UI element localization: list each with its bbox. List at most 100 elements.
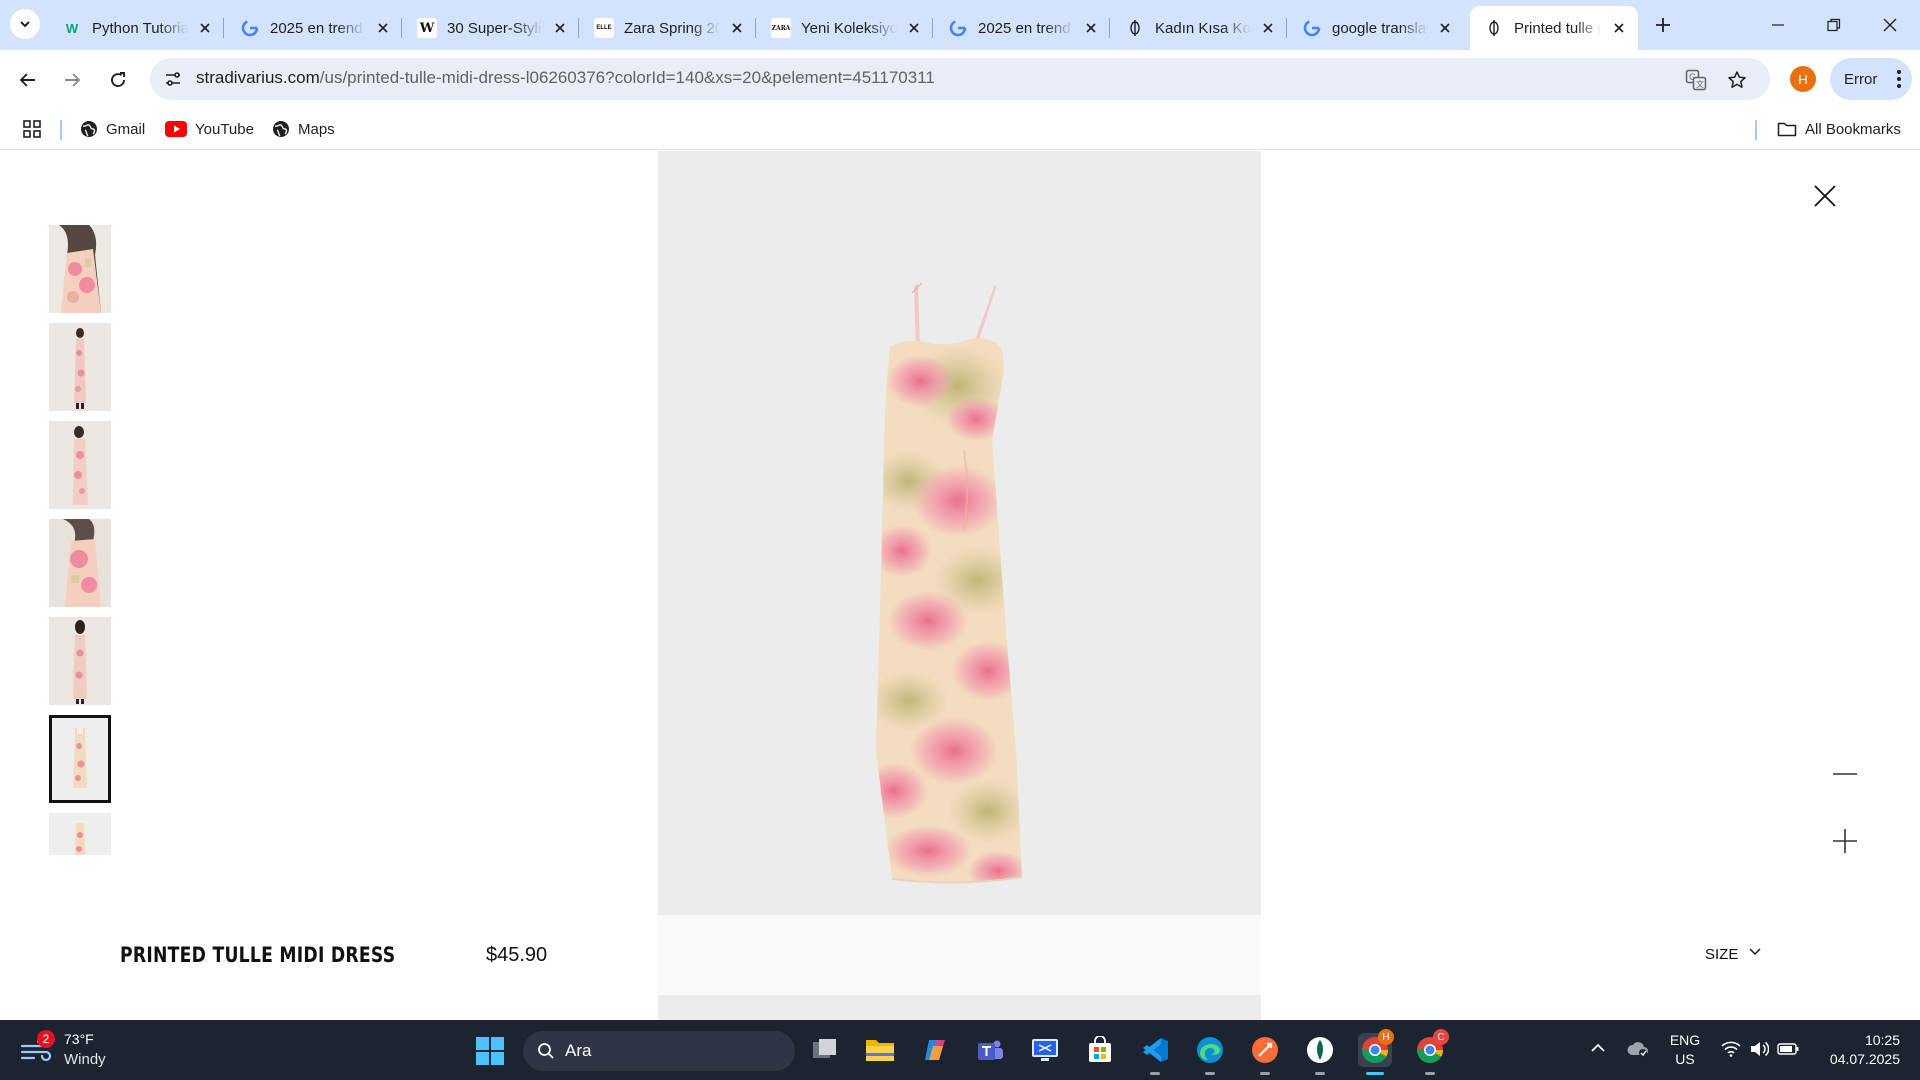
- running-indicator: [1315, 1072, 1325, 1075]
- close-tab-icon[interactable]: [1610, 19, 1628, 37]
- teams-icon[interactable]: [973, 1033, 1007, 1067]
- copilot-icon[interactable]: [918, 1033, 952, 1067]
- tab-separator: [401, 18, 402, 38]
- url-text[interactable]: stradivarius.com/us/printed-tulle-midi-d…: [196, 68, 935, 88]
- tab-kadin-kisa-kol[interactable]: Kadın Kısa Kol: [1111, 6, 1287, 50]
- image-caption-area: [658, 915, 1261, 995]
- all-bookmarks-button[interactable]: All Bookmarks: [1777, 118, 1901, 140]
- edge-icon[interactable]: [1193, 1033, 1227, 1075]
- restore-button[interactable]: [1806, 0, 1862, 50]
- zoom-in-button[interactable]: [1832, 828, 1858, 854]
- main-product-image[interactable]: [658, 151, 1261, 915]
- close-tab-icon[interactable]: [905, 19, 923, 37]
- remote-desktop-icon[interactable]: [1028, 1033, 1062, 1067]
- tab-zara-spring[interactable]: ELLE Zara Spring 2025: [580, 6, 756, 50]
- bookmark-gmail[interactable]: Gmail: [80, 118, 145, 140]
- tab-printed-tulle-active[interactable]: Printed tulle midi dress: [1470, 6, 1638, 50]
- next-image-peek: [658, 995, 1261, 1020]
- weather-condition: Windy: [64, 1051, 106, 1068]
- thumbnail-model-back[interactable]: [49, 617, 111, 705]
- battery-icon[interactable]: [1776, 1038, 1800, 1060]
- task-view-icon[interactable]: [808, 1033, 842, 1067]
- bookmark-star-icon[interactable]: [1723, 66, 1751, 94]
- postman-icon[interactable]: [1248, 1033, 1282, 1075]
- error-menu-button[interactable]: Error: [1830, 58, 1912, 100]
- region-code: US: [1675, 1051, 1695, 1067]
- start-button[interactable]: [476, 1037, 504, 1065]
- thumbnail-model-side[interactable]: [49, 421, 111, 509]
- show-hidden-icons-button[interactable]: [1588, 1038, 1608, 1058]
- microsoft-store-icon[interactable]: [1083, 1033, 1117, 1067]
- restore-icon: [1827, 18, 1841, 32]
- close-gallery-button[interactable]: [1812, 183, 1838, 209]
- dress-thumbnail-image: [49, 617, 111, 705]
- close-tab-icon[interactable]: [728, 19, 746, 37]
- reload-button[interactable]: [102, 64, 134, 96]
- address-bar[interactable]: stradivarius.com/us/printed-tulle-midi-d…: [150, 58, 1770, 100]
- close-tab-icon[interactable]: [1436, 19, 1454, 37]
- chrome-icon[interactable]: H: [1358, 1029, 1394, 1075]
- tab-python-tutorial[interactable]: W Python Tutorial: [48, 6, 224, 50]
- thumbnail-model-front[interactable]: [49, 323, 111, 411]
- chrome-icon[interactable]: C: [1413, 1029, 1449, 1075]
- forward-button[interactable]: [56, 64, 88, 96]
- tab-google-translate[interactable]: google translate: [1288, 6, 1464, 50]
- running-indicator: [1425, 1072, 1435, 1075]
- close-tab-icon[interactable]: [551, 19, 569, 37]
- thumbnail-model-detail[interactable]: [49, 519, 111, 607]
- tab-title: google translate: [1332, 19, 1428, 37]
- thumbnail-model-closeup[interactable]: [49, 225, 111, 313]
- tab-title: Kadın Kısa Kol: [1155, 19, 1251, 37]
- bookmark-youtube[interactable]: YouTube: [165, 118, 254, 140]
- translate-icon[interactable]: G文: [1682, 66, 1710, 94]
- zoom-out-button[interactable]: [1832, 761, 1858, 787]
- volume-icon[interactable]: [1748, 1038, 1770, 1060]
- weather-widget[interactable]: 2 73°F Windy: [20, 1030, 120, 1070]
- file-explorer-icon[interactable]: [863, 1033, 897, 1067]
- size-label: SIZE: [1705, 946, 1739, 963]
- reload-icon: [111, 72, 125, 87]
- close-tab-icon[interactable]: [374, 19, 392, 37]
- back-button[interactable]: [12, 64, 44, 96]
- tab-search-button[interactable]: [10, 9, 40, 39]
- zara-icon: ZARA: [771, 18, 791, 38]
- size-selector[interactable]: SIZE: [1705, 946, 1762, 963]
- tab-separator: [1286, 18, 1287, 38]
- tab-title: 2025 en trend: [270, 19, 363, 37]
- tab-2025-en-trend[interactable]: 2025 en trend: [226, 6, 402, 50]
- more-vert-icon: [1897, 70, 1901, 88]
- new-tab-button[interactable]: [1650, 12, 1676, 38]
- onedrive-icon[interactable]: [1626, 1038, 1650, 1060]
- tab-30-super-stylish[interactable]: W 30 Super-Stylish: [403, 6, 579, 50]
- tab-title: Python Tutorial: [92, 19, 188, 37]
- profile-avatar[interactable]: H: [1790, 66, 1816, 92]
- thumbnail-flat-dress-selected[interactable]: [49, 715, 111, 803]
- close-tab-icon[interactable]: [196, 19, 214, 37]
- tab-2025-en-trend-2[interactable]: 2025 en trend: [934, 6, 1110, 50]
- folder-icon: [1777, 121, 1797, 137]
- profile-badge: C: [1433, 1029, 1449, 1045]
- printed-tulle-dress-image: [876, 282, 1023, 884]
- thumbnail-flat-detail[interactable]: [49, 813, 111, 855]
- running-indicator: [1205, 1072, 1215, 1075]
- taskbar-search[interactable]: Ara: [523, 1031, 795, 1071]
- input-language-indicator[interactable]: ENG US: [1668, 1031, 1702, 1069]
- all-bookmarks-label: All Bookmarks: [1805, 120, 1901, 138]
- tab-title: Yeni Koleksiyon: [801, 19, 897, 37]
- site-info-icon[interactable]: [160, 66, 186, 92]
- close-tab-icon[interactable]: [1082, 19, 1100, 37]
- clock-date: 04.07.2025: [1829, 1051, 1900, 1067]
- minimize-button[interactable]: [1750, 0, 1806, 50]
- close-tab-icon[interactable]: [1259, 19, 1277, 37]
- tab-yeni-koleksiyon[interactable]: ZARA Yeni Koleksiyon: [757, 6, 933, 50]
- thumbnail-strip[interactable]: [49, 225, 111, 855]
- system-clock[interactable]: 10:25 04.07.2025: [1820, 1031, 1900, 1069]
- apps-button[interactable]: [22, 118, 42, 140]
- windows-logo-icon: [476, 1037, 504, 1065]
- tab-separator: [932, 18, 933, 38]
- bookmark-maps[interactable]: Maps: [272, 118, 335, 140]
- close-window-button[interactable]: [1862, 0, 1918, 50]
- wifi-icon[interactable]: [1720, 1038, 1742, 1060]
- vscode-icon[interactable]: [1138, 1033, 1172, 1075]
- mongodb-compass-icon[interactable]: [1303, 1033, 1337, 1075]
